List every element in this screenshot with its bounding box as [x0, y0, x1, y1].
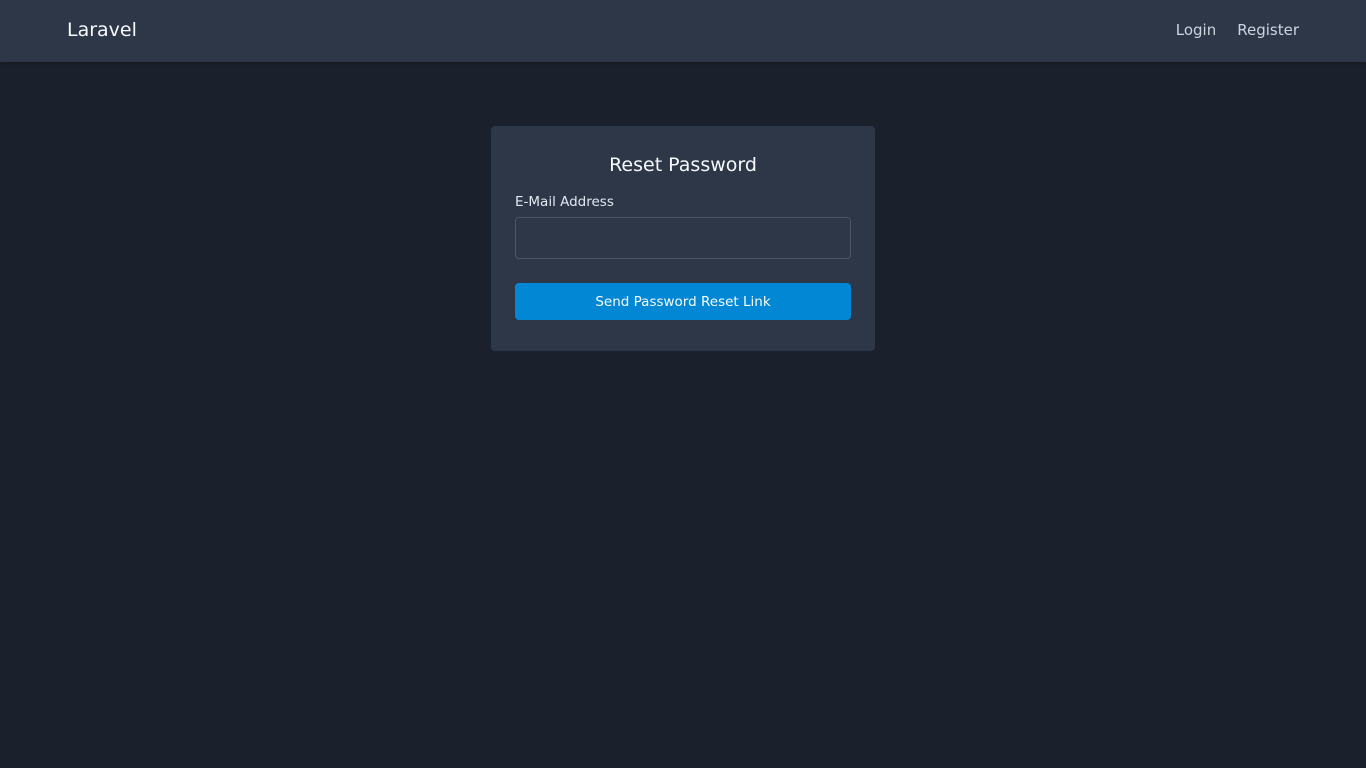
brand-link[interactable]: Laravel [67, 18, 137, 42]
email-label: E-Mail Address [515, 194, 614, 210]
card-title: Reset Password [609, 154, 757, 176]
login-link[interactable]: Login [1176, 20, 1216, 40]
top-navbar: Laravel Login Register [0, 0, 1366, 62]
reset-password-card: Reset Password E-Mail Address Send Passw… [491, 126, 875, 351]
email-input[interactable] [515, 217, 851, 259]
send-reset-link-button[interactable]: Send Password Reset Link [515, 283, 851, 320]
register-link[interactable]: Register [1237, 20, 1299, 40]
auth-nav: Login Register [1176, 20, 1299, 40]
